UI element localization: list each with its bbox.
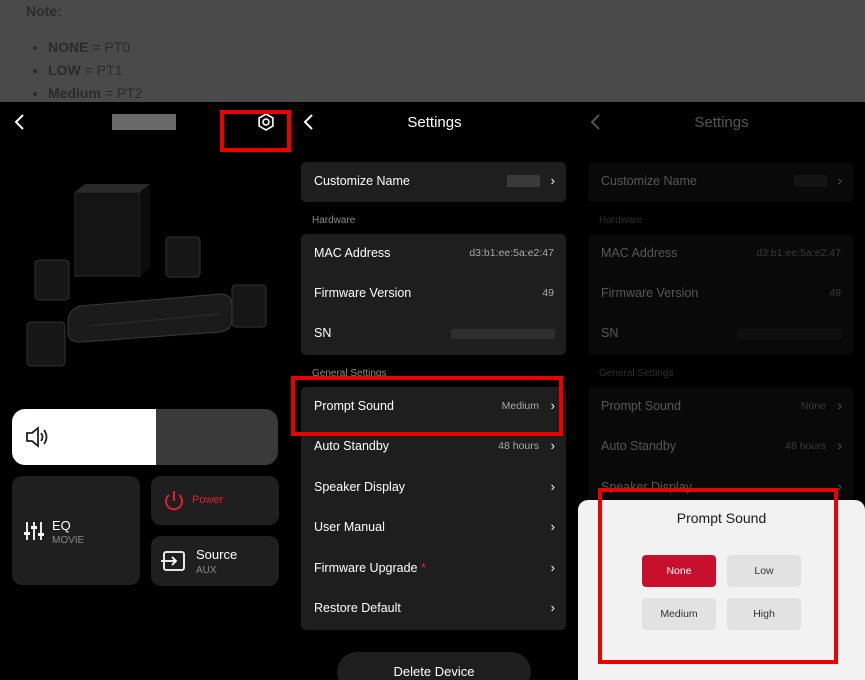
customize-name-label: Customize Name: [601, 174, 697, 188]
auto-standby-label: Auto Standby: [314, 439, 390, 453]
delete-device-button[interactable]: Delete Device: [337, 652, 531, 680]
prompt-sound-row[interactable]: Prompt Sound None ›: [588, 387, 853, 427]
page-title: Settings: [694, 114, 749, 131]
sn-label: SN: [601, 326, 619, 340]
user-manual-row[interactable]: User Manual ›: [301, 508, 566, 548]
eq-card[interactable]: EQ MOVIE: [12, 476, 140, 585]
hardware-section-label: Hardware: [312, 215, 356, 226]
customize-name-row[interactable]: Customize Name ›: [301, 162, 566, 202]
firmware-version-value: 49: [542, 287, 554, 299]
chevron-right-icon: ›: [837, 398, 842, 413]
restore-default-row[interactable]: Restore Default ›: [301, 589, 566, 629]
note-list: NONE = PT0 LOW = PT1 Medium = PT2: [24, 36, 143, 102]
update-available-badge: *: [421, 561, 426, 575]
hardware-group: MAC Address d3:b1:ee:5a:e2:47 Firmware V…: [588, 234, 853, 355]
general-settings-section-label: General Settings: [599, 368, 674, 379]
firmware-version-label: Firmware Version: [601, 286, 699, 300]
back-arrow-icon[interactable]: [10, 112, 30, 132]
equalizer-icon: [24, 522, 44, 540]
highlight-prompt-dialog: [598, 488, 838, 664]
firmware-version-value: 49: [829, 287, 841, 299]
mac-address-value: d3:b1:ee:5a:e2:47: [756, 247, 841, 259]
prompt-sound-label: Prompt Sound: [601, 399, 681, 413]
restore-default-label: Restore Default: [314, 601, 401, 615]
name-group: Customize Name ›: [588, 162, 853, 202]
highlight-settings-button: [220, 110, 291, 152]
chevron-right-icon: ›: [550, 519, 555, 534]
sn-row: SN: [588, 314, 853, 354]
mac-address-row: MAC Address d3:b1:ee:5a:e2:47: [588, 234, 853, 274]
speaker-volume-icon: [26, 426, 48, 448]
sn-value-redacted: [451, 329, 555, 339]
speaker-display-row[interactable]: Speaker Display ›: [301, 468, 566, 508]
device-name-redacted: [507, 175, 540, 187]
firmware-version-row: Firmware Version 49: [588, 274, 853, 314]
auto-standby-value: 48 hours: [785, 440, 826, 452]
hardware-section-label: Hardware: [599, 215, 643, 226]
chevron-right-icon: ›: [837, 479, 842, 494]
chevron-right-icon: ›: [837, 173, 842, 188]
sn-row: SN: [301, 314, 566, 354]
power-button[interactable]: Power: [151, 476, 279, 525]
source-label: Source: [196, 547, 238, 562]
power-label: Power: [192, 494, 224, 506]
name-group: Customize Name ›: [301, 162, 566, 202]
power-icon: [165, 491, 183, 511]
source-input-icon: [161, 551, 185, 571]
speaker-display-label: Speaker Display: [314, 480, 406, 494]
chevron-right-icon: ›: [550, 560, 555, 575]
settings-screen-with-modal: Settings Customize Name › Hardware MAC A…: [578, 102, 865, 680]
firmware-upgrade-label: Firmware Upgrade *: [314, 561, 426, 575]
note-item-medium: Medium = PT2: [48, 82, 143, 102]
chevron-right-icon: ›: [550, 438, 555, 453]
hardware-group: MAC Address d3:b1:ee:5a:e2:47 Firmware V…: [301, 234, 566, 355]
speaker-system-image: [26, 184, 267, 367]
source-button[interactable]: Source AUX: [151, 536, 279, 586]
source-value: AUX: [196, 565, 217, 576]
mac-address-value: d3:b1:ee:5a:e2:47: [469, 247, 554, 259]
user-manual-label: User Manual: [314, 520, 385, 534]
eq-label: EQ: [52, 518, 71, 533]
note-item-none: NONE = PT0: [48, 36, 143, 59]
device-name-redacted: [112, 114, 176, 130]
auto-standby-value: 48 hours: [498, 440, 539, 452]
device-name-redacted: [794, 175, 827, 187]
customize-name-row[interactable]: Customize Name ›: [588, 162, 853, 202]
prompt-sound-value: None: [800, 400, 826, 412]
page-title: Settings: [407, 114, 462, 131]
note-item-low: LOW = PT1: [48, 59, 143, 82]
mac-address-label: MAC Address: [314, 246, 391, 260]
firmware-version-label: Firmware Version: [314, 286, 412, 300]
mac-address-row: MAC Address d3:b1:ee:5a:e2:47: [301, 234, 566, 274]
note-section: Note: NONE = PT0 LOW = PT1 Medium = PT2: [0, 0, 865, 102]
mac-address-label: MAC Address: [601, 246, 678, 260]
chevron-right-icon: ›: [550, 479, 555, 494]
chevron-right-icon: ›: [837, 438, 842, 453]
device-screen: EQ MOVIE Power Source AUX: [0, 102, 291, 680]
settings-screen: Settings Customize Name › Hardware MAC A…: [291, 102, 578, 680]
sn-label: SN: [314, 326, 332, 340]
customize-name-label: Customize Name: [314, 174, 410, 188]
eq-value: MOVIE: [52, 535, 85, 546]
chevron-right-icon: ›: [550, 173, 555, 188]
highlight-prompt-sound: [291, 376, 563, 436]
auto-standby-row[interactable]: Auto Standby 48 hours ›: [588, 427, 853, 467]
note-title: Note:: [26, 3, 62, 19]
sn-value-redacted: [738, 329, 842, 339]
firmware-upgrade-row[interactable]: Firmware Upgrade * ›: [301, 549, 566, 589]
auto-standby-label: Auto Standby: [601, 439, 677, 453]
volume-slider[interactable]: [12, 409, 278, 465]
firmware-version-row: Firmware Version 49: [301, 274, 566, 314]
chevron-right-icon: ›: [550, 600, 555, 615]
